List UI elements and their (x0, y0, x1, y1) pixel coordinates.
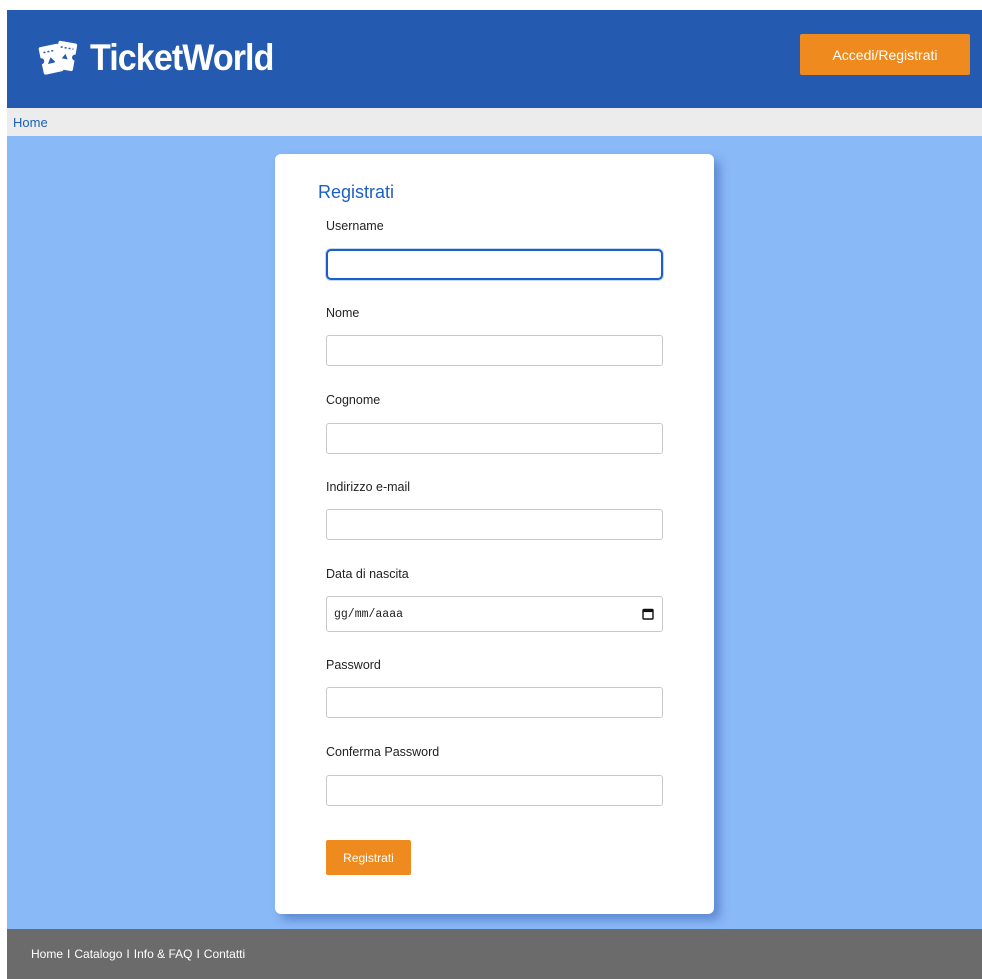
cognome-label: Cognome (326, 393, 381, 407)
confirm-password-label: Conferma Password (326, 745, 440, 759)
nome-input[interactable] (326, 335, 663, 366)
brand-name: TicketWorld (90, 37, 274, 78)
login-register-button[interactable]: Accedi/Registrati (800, 34, 970, 75)
page: TicketWorld Accedi/Registrati Home Regis… (7, 10, 982, 979)
calendar-icon[interactable] (642, 608, 654, 620)
birthdate-label: Data di nascita (326, 567, 409, 581)
register-button[interactable]: Registrati (326, 840, 411, 875)
birthdate-input[interactable]: gg/mm/aaaa (326, 596, 663, 632)
footer-separator: I (126, 947, 130, 961)
nome-label: Nome (326, 306, 360, 320)
cognome-input[interactable] (326, 423, 663, 454)
email-input[interactable] (326, 509, 663, 540)
footer-link-catalogo[interactable]: Catalogo (74, 947, 122, 961)
email-label: Indirizzo e-mail (326, 480, 411, 494)
birthdate-placeholder: gg/mm/aaaa (334, 607, 404, 621)
tickets-icon (38, 40, 78, 75)
header: TicketWorld Accedi/Registrati (7, 10, 982, 108)
username-label: Username (326, 219, 384, 233)
footer-link-contatti[interactable]: Contatti (204, 947, 245, 961)
form-title: Registrati (318, 182, 395, 202)
breadcrumb: Home (7, 108, 982, 136)
footer-link-home[interactable]: Home (31, 947, 63, 961)
password-input[interactable] (326, 687, 663, 718)
password-label: Password (326, 658, 381, 672)
breadcrumb-home-link[interactable]: Home (13, 115, 48, 130)
footer-link-info-faq[interactable]: Info & FAQ (134, 947, 193, 961)
footer: Home I Catalogo I Info & FAQ I Contatti (7, 929, 982, 979)
footer-separator: I (196, 947, 200, 961)
registration-form: Registrati Username Nome Cognome Indiriz… (275, 154, 714, 914)
footer-separator: I (67, 947, 71, 961)
username-input[interactable] (326, 249, 663, 280)
brand-logo[interactable]: TicketWorld (38, 36, 289, 80)
confirm-password-input[interactable] (326, 775, 663, 806)
